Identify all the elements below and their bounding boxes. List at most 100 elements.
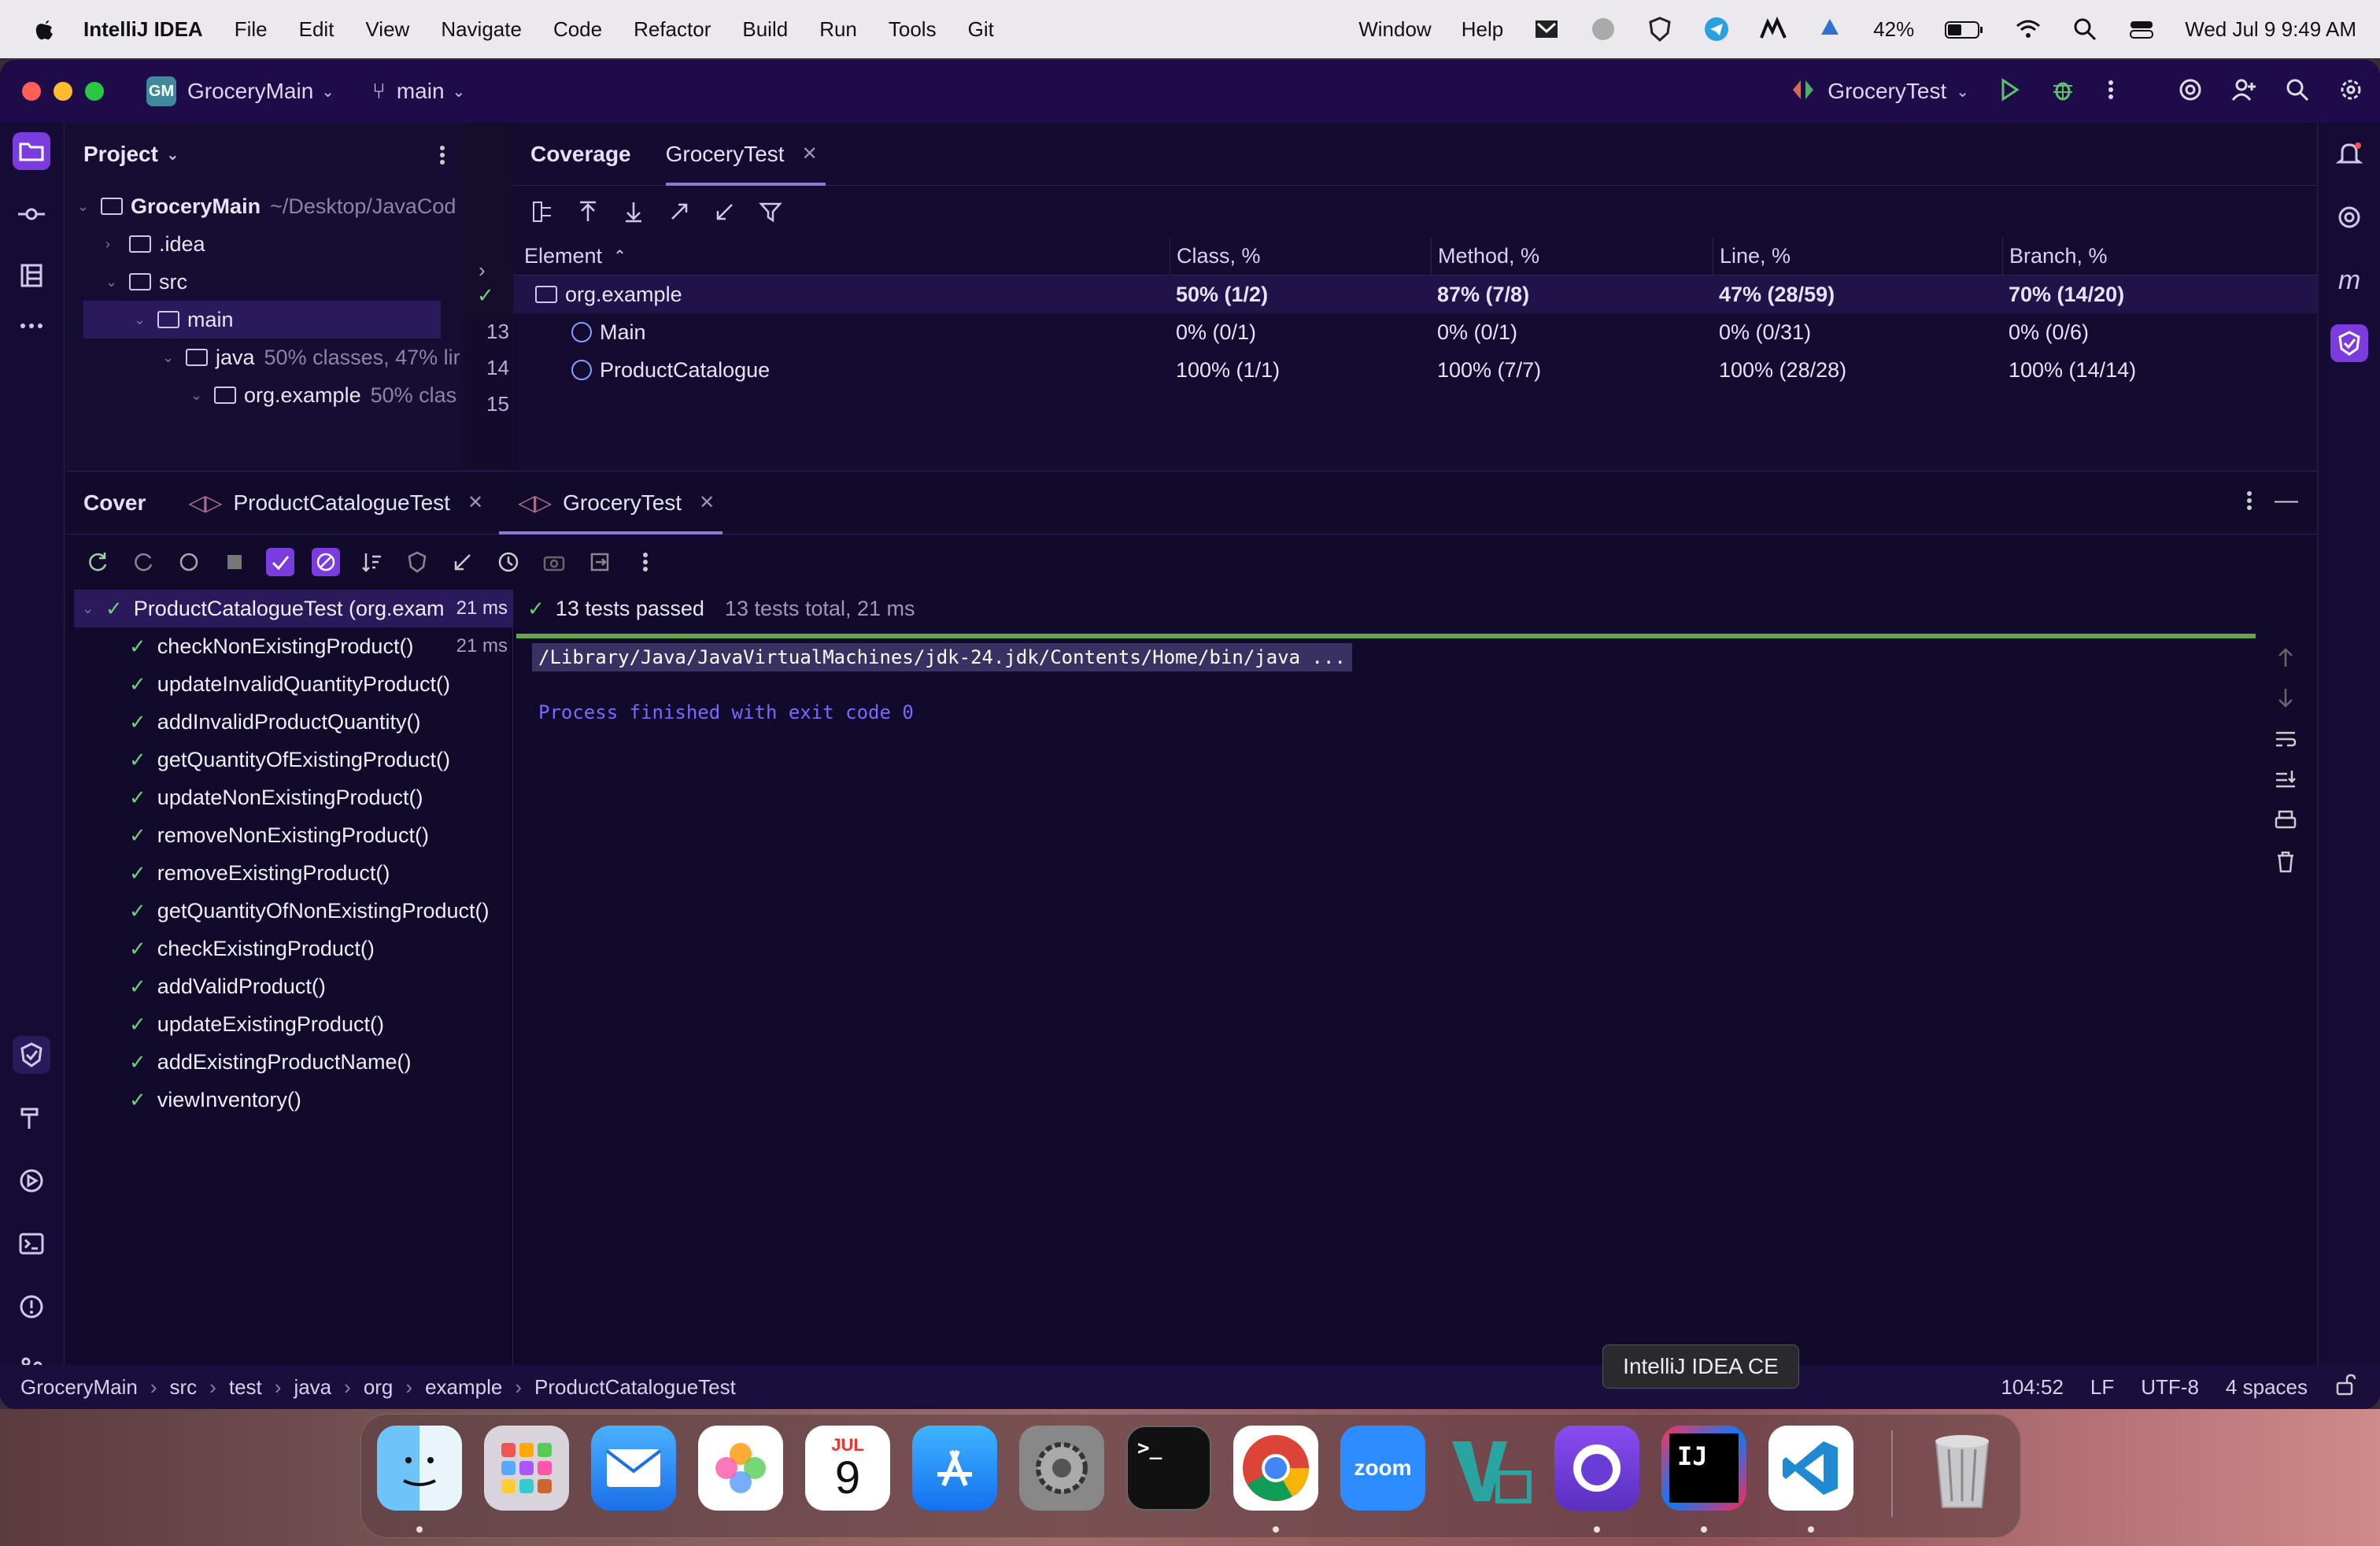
flatten-packages-icon[interactable] [530,200,554,224]
breadcrumb-item[interactable]: java [294,1375,331,1400]
expand-arrow-icon[interactable]: ⌄ [134,312,157,328]
menu-datetime[interactable]: Wed Jul 9 9:49 AM [2185,17,2356,42]
camera-icon[interactable] [540,548,568,576]
filter-icon[interactable] [759,200,782,224]
tab-grocerytest-coverage[interactable]: GroceryTest ✕ [665,123,826,186]
build-hammer-icon[interactable] [13,1099,50,1137]
terminal-tool-icon[interactable] [13,1225,50,1263]
minimize-window-button[interactable] [54,82,72,101]
toggle-auto-test-icon[interactable] [175,548,203,576]
test-row[interactable]: ✓ getQuantityOfExistingProduct() [66,741,512,779]
coverage-row-productcatalogue[interactable]: ProductCatalogue 100% (1/1) 100% (7/7) 1… [513,351,2317,389]
zoom-icon[interactable]: zoom [1340,1426,1425,1511]
stop-icon[interactable] [220,548,249,576]
coverage-shield-icon[interactable] [403,548,431,576]
menu-git[interactable]: Git [968,17,994,42]
spotlight-search-icon[interactable] [2071,16,2098,43]
panel-options-icon[interactable] [438,143,447,172]
show-passed-icon[interactable] [266,548,294,576]
menu-code[interactable]: Code [553,17,602,42]
breadcrumb-item[interactable]: org [364,1375,394,1400]
show-ignored-icon[interactable] [312,548,340,576]
expand-arrow-icon[interactable]: ⌄ [190,387,214,404]
project-tool-icon[interactable] [13,132,50,170]
github-desktop-icon[interactable] [1554,1426,1639,1511]
column-header-class[interactable]: Class, % [1170,238,1431,275]
copilot-icon[interactable] [1816,16,1843,43]
arrow-up-icon[interactable] [2273,645,2298,670]
test-row[interactable]: ✓ addValidProduct() [66,967,512,1005]
test-row[interactable]: ✓ addInvalidProductQuantity() [66,703,512,741]
rerun-icon[interactable] [83,548,112,576]
test-row[interactable]: ✓ updateExistingProduct() [66,1005,512,1043]
run-tool-icon[interactable] [13,1162,50,1200]
column-header-element[interactable]: Element ⌃ [513,244,1170,268]
app-store-icon[interactable] [912,1426,997,1511]
java-command-line[interactable]: /Library/Java/JavaVirtualMachines/jdk-24… [532,643,1352,671]
menu-file[interactable]: File [235,17,268,42]
navigate-down-icon[interactable] [622,200,645,224]
collapse-icon[interactable] [449,548,477,576]
test-row[interactable]: ✓ removeNonExistingProduct() [66,816,512,854]
battery-icon[interactable] [1944,16,1985,43]
run-icon[interactable] [1996,76,2023,107]
chevron-right-icon[interactable]: › [479,258,486,283]
mountains-icon[interactable] [1760,16,1787,43]
globe-icon[interactable] [1590,16,1617,43]
collapse-arrow-icon[interactable]: › [105,236,129,253]
intellij-idea-icon[interactable]: IJ [1661,1426,1746,1511]
rerun-failed-icon[interactable] [129,548,157,576]
photos-icon[interactable] [698,1426,783,1511]
expand-arrow-icon[interactable]: ⌄ [82,601,105,617]
chrome-icon[interactable] [1233,1426,1318,1511]
finder-icon[interactable] [377,1426,462,1511]
menu-run[interactable]: Run [819,17,857,42]
test-row[interactable]: ✓ checkExistingProduct() [66,930,512,967]
tab-grocerytest[interactable]: ◁▷ GroceryTest ✕ [499,472,723,534]
vs-icon[interactable] [1447,1426,1532,1511]
close-tab-icon[interactable]: ✕ [802,142,818,165]
test-row[interactable]: ✓ getQuantityOfNonExistingProduct() [66,892,512,930]
mail-icon[interactable] [591,1426,676,1511]
breadcrumb-item[interactable]: test [229,1375,262,1400]
add-user-icon[interactable] [2230,76,2257,107]
close-tab-icon[interactable]: ✕ [699,491,715,514]
menu-refactor[interactable]: Refactor [634,17,711,42]
menu-window[interactable]: Window [1358,17,1431,42]
maven-icon[interactable]: m [2330,261,2368,299]
tab-productcataloguetest[interactable]: ◁▷ ProductCatalogueTest ✕ [188,472,483,534]
breadcrumb-item[interactable]: example [425,1375,502,1400]
column-header-branch[interactable]: Branch, % [2002,238,2317,275]
apple-icon[interactable] [31,16,57,43]
history-icon[interactable] [494,548,523,576]
caret-position[interactable]: 104:52 [2001,1375,2064,1400]
ai-chat-icon[interactable] [2330,198,2368,236]
run-config-selector[interactable]: GroceryTest [1828,79,1946,104]
search-icon[interactable] [2284,76,2311,107]
terminal-icon[interactable]: >_ [1126,1426,1211,1511]
settings-gear-icon[interactable] [2338,76,2364,107]
zoom-window-button[interactable] [85,82,104,101]
shield-icon[interactable] [1646,16,1673,43]
panel-options-icon[interactable] [2245,489,2254,516]
branch-selector[interactable]: main [397,79,445,104]
menu-tools[interactable]: Tools [889,17,937,42]
gmail-icon[interactable] [1533,16,1560,43]
breadcrumb-item[interactable]: ProductCatalogueTest [534,1375,736,1400]
coverage-row-org-example[interactable]: org.example 50% (1/2) 87% (7/8) 47% (28/… [513,276,2317,313]
notifications-bell-icon[interactable] [2330,135,2368,173]
menu-build[interactable]: Build [742,17,788,42]
menu-app-name[interactable]: IntelliJ IDEA [83,17,203,42]
breadcrumb-item[interactable]: src [170,1375,198,1400]
commit-tool-icon[interactable] [13,195,50,233]
test-row[interactable]: ✓ removeExistingProduct() [66,854,512,892]
project-badge[interactable]: GM [146,76,176,106]
debug-icon[interactable] [2049,76,2076,107]
column-header-line[interactable]: Line, % [1713,238,2002,275]
control-center-icon[interactable] [2128,16,2155,43]
more-options-icon[interactable] [2103,76,2119,107]
menu-navigate[interactable]: Navigate [441,17,522,42]
expand-arrow-icon[interactable]: ⌄ [162,350,186,366]
launchpad-icon[interactable] [484,1426,569,1511]
close-tab-icon[interactable]: ✕ [468,491,483,514]
